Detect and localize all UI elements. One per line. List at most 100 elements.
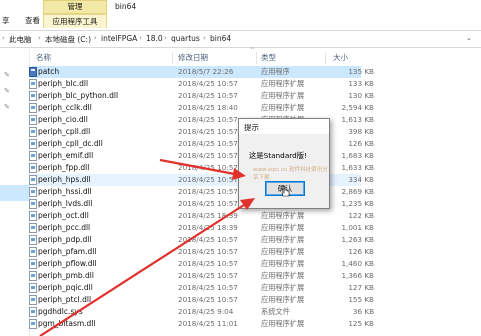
dll-icon [29,295,37,305]
file-date: 2018/5/7 22:26 [178,67,234,76]
pin-icon[interactable]: ✎ [4,87,10,95]
file-date: 2018/4/25 10:57 [178,91,238,100]
dll-icon [29,259,37,269]
file-name: periph_hssi.dll [38,187,92,196]
file-date: 2018/4/25 10:57 [178,127,238,136]
file-date: 2018/4/25 9:04 [178,307,234,316]
file-name: periph_pdp.dll [38,235,92,244]
chevron-down-icon[interactable]: ⌄ [466,34,472,42]
dll-icon [29,115,37,125]
file-date: 2018/4/25 10:57 [178,187,238,196]
file-row[interactable]: pgdhdlc.sys 2018/4/25 9:04 系统文件 36 KB [29,306,374,318]
file-type: 应用程序扩展 [261,91,305,100]
file-type: 应用程序扩展 [261,283,305,292]
dll-icon [29,235,37,245]
file-name: periph_pfam.dll [38,247,97,256]
column-divider[interactable] [325,52,326,64]
breadcrumb-this-pc[interactable]: 此电脑 [9,34,32,45]
file-row[interactable]: periph_oct.dll 2018/4/25 18:39 应用程序扩展 122 K… [29,210,374,222]
file-row[interactable]: periph_blc.dll 2018/4/25 10:57 应用程序扩展 133 K… [29,78,374,90]
file-row[interactable]: periph_pcc.dll 2018/4/25 18:39 应用程序扩展 1,001… [29,222,374,234]
dll-icon [29,79,37,89]
file-size: 1,460 KB [341,259,374,268]
file-date: 2018/4/25 10:57 [178,115,238,124]
dll-icon [29,187,37,197]
file-row[interactable]: periph_cclk.dll 2018/4/25 18:40 应用程序扩展 2,59… [29,102,374,114]
file-name: periph_cpll_dc.dll [38,139,103,148]
breadcrumb-version[interactable]: 18.0 [146,34,163,43]
dialog-titlebar[interactable]: 提示 [239,119,329,134]
file-row[interactable]: periph_pmb.dll 2018/4/25 10:57 应用程序扩展 1,366… [29,270,374,282]
dll-icon [29,175,37,185]
file-row[interactable]: patch 2018/5/7 22:26 应用程序 135 KB [29,66,374,78]
address-bar[interactable]: › 此电脑 › 本地磁盘 (C:) › intelFPGA › 18.0 › q… [0,30,481,48]
file-type: 应用程序扩展 [261,247,305,256]
file-type: 应用程序扩展 [261,103,305,112]
file-name: patch [38,67,60,76]
file-row[interactable]: pgm_bitasm.dll 2018/4/25 11:01 应用程序扩展 125 K… [29,318,374,330]
dll-icon [29,247,37,257]
exe-icon [29,67,37,77]
file-row[interactable]: periph_blc_python.dll 2018/4/25 10:57 应用程序… [29,90,374,102]
chevron-right-icon: › [94,34,97,42]
ribbon-bar: 享 查看 管理 应用程序工具 bin64 [0,0,481,28]
sys-icon [29,307,37,317]
tab-manage[interactable]: 管理 [43,0,107,14]
window-title: bin64 [115,2,137,11]
file-name: periph_cpll.dll [38,127,91,136]
file-type: 应用程序扩展 [261,259,305,268]
column-size[interactable]: 大小 [333,52,348,64]
file-name: pgm_bitasm.dll [38,319,96,328]
file-size: 1,263 KB [341,235,374,244]
file-type: 应用程序扩展 [261,211,305,220]
tab-view[interactable]: 查看 [25,14,40,28]
file-size: 2,594 KB [341,103,374,112]
file-size: 122 KB [348,211,374,220]
navigation-pane: ✎ ✎ ✎ [0,49,30,336]
dll-icon [29,151,37,161]
file-date: 2018/4/25 10:57 [178,199,238,208]
column-date[interactable]: 修改日期 [178,52,208,64]
file-row[interactable]: periph_pdp.dll 2018/4/25 10:57 应用程序扩展 1,263… [29,234,374,246]
column-divider[interactable] [172,52,173,64]
file-name: periph_emif.dll [38,151,94,160]
tab-share[interactable]: 享 [2,14,10,28]
file-row[interactable]: periph_pfam.dll 2018/4/25 10:57 应用程序扩展 126 … [29,246,374,258]
file-size: 155 KB [348,295,374,304]
file-row[interactable]: periph_ptcl.dll 2018/4/25 10:57 应用程序扩展 155 … [29,294,374,306]
file-row[interactable]: periph_pflow.dll 2018/4/25 10:57 应用程序扩展 1,4… [29,258,374,270]
dll-icon [29,223,37,233]
breadcrumb-quartus[interactable]: quartus [171,34,200,43]
tab-app-tools[interactable]: 应用程序工具 [43,14,107,28]
dll-icon [29,139,37,149]
column-type[interactable]: 类型 [261,52,276,64]
chevron-right-icon: › [203,34,206,42]
file-type: 应用程序扩展 [261,223,305,232]
file-type: 应用程序 [261,67,290,76]
chevron-right-icon: › [2,34,5,42]
pin-icon[interactable]: ✎ [4,71,10,79]
breadcrumb-bin64[interactable]: bin64 [210,34,231,43]
breadcrumb-drive-c[interactable]: 本地磁盘 (C:) [45,34,91,45]
file-size: 1,366 KB [341,271,374,280]
file-name: periph_blc.dll [38,79,89,88]
file-name: periph_hps.dll [38,175,91,184]
dialog-title: 提示 [244,123,259,132]
breadcrumb-intelfpga[interactable]: intelFPGA [101,34,137,43]
column-divider[interactable] [256,52,257,64]
file-date: 2018/4/25 10:57 [178,295,238,304]
dll-icon [29,91,37,101]
file-type: 应用程序扩展 [261,271,305,280]
file-date: 2018/4/25 10:57 [178,283,238,292]
column-name[interactable]: 名称 [36,52,51,64]
dll-icon [29,319,37,329]
file-size: 127 KB [348,283,374,292]
file-date: 2018/4/25 18:39 [178,211,238,220]
nav-selected-item[interactable] [0,185,30,201]
file-name: periph_pqic.dll [38,283,93,292]
pin-icon[interactable]: ✎ [4,103,10,111]
file-row[interactable]: periph_pqic.dll 2018/4/25 10:57 应用程序扩展 127 … [29,282,374,294]
file-name: pgdhdlc.sys [38,307,83,316]
file-name: periph_oct.dll [38,211,89,220]
sort-arrow-icon: ^ [250,47,256,54]
